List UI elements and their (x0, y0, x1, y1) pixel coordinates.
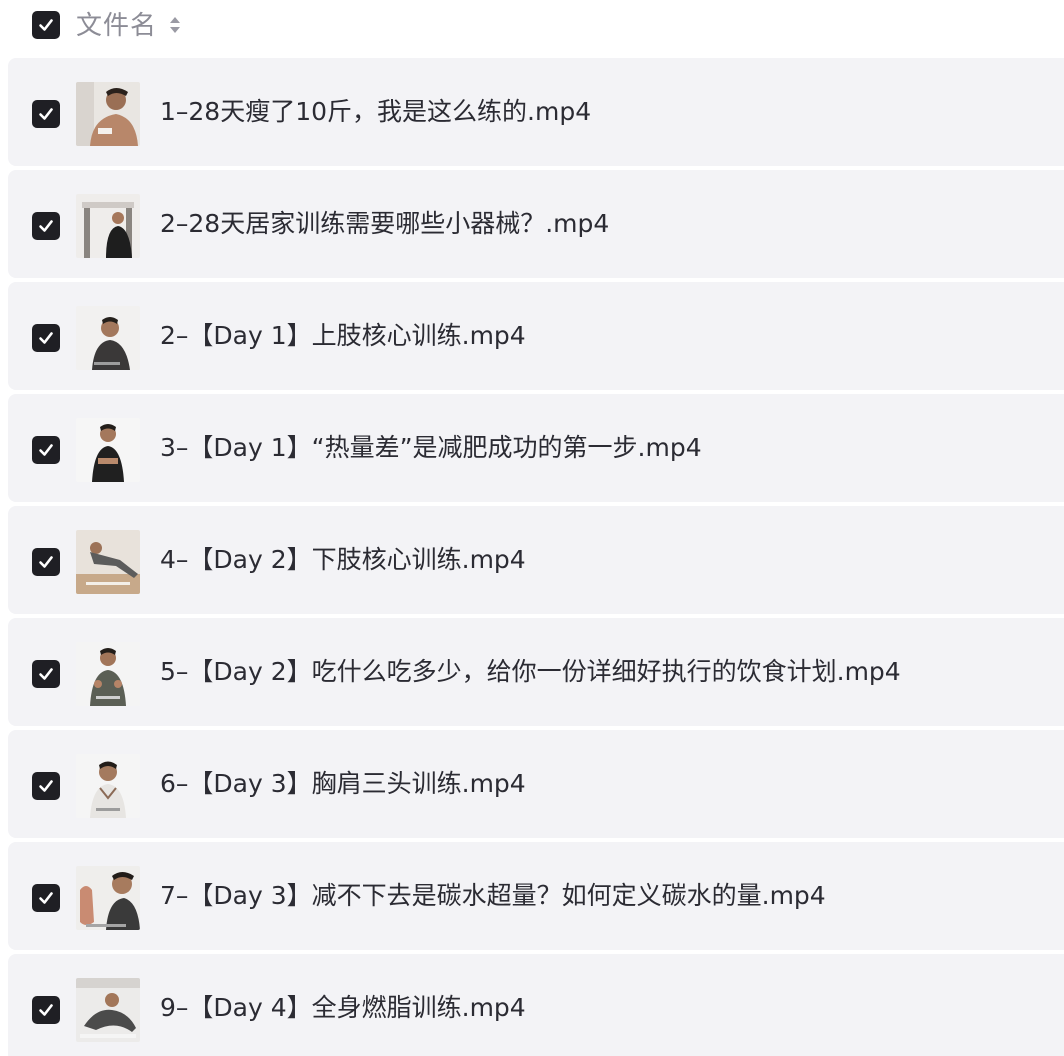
row-checkbox[interactable] (32, 996, 60, 1024)
check-icon (39, 332, 53, 344)
check-icon (39, 444, 53, 456)
select-all-checkbox[interactable] (32, 11, 60, 39)
file-name[interactable]: 4–【Day 2】下肢核心训练.mp4 (160, 542, 526, 578)
row-checkbox[interactable] (32, 212, 60, 240)
row-checkbox[interactable] (32, 660, 60, 688)
check-icon (39, 19, 53, 31)
video-thumbnail[interactable] (76, 194, 140, 258)
file-list: 1–28天瘦了10斤，我是这么练的.mp4 2–28天居家训练需要哪些小器械？.… (8, 58, 1064, 1056)
column-header-filename[interactable]: 文件名 (76, 8, 157, 44)
row-checkbox[interactable] (32, 100, 60, 128)
video-thumbnail[interactable] (76, 306, 140, 370)
file-row[interactable]: 5–【Day 2】吃什么吃多少，给你一份详细好执行的饮食计划.mp4 (8, 618, 1064, 726)
file-row[interactable]: 2–【Day 1】上肢核心训练.mp4 (8, 282, 1064, 390)
sort-icon[interactable] (168, 13, 182, 37)
video-thumbnail[interactable] (76, 866, 140, 930)
row-checkbox[interactable] (32, 884, 60, 912)
file-row[interactable]: 6–【Day 3】胸肩三头训练.mp4 (8, 730, 1064, 838)
file-name[interactable]: 6–【Day 3】胸肩三头训练.mp4 (160, 766, 526, 802)
file-list-page: 文件名 1–28天瘦了10斤，我是这么练的.mp4 2–28天居家训练需要哪些小… (0, 0, 1064, 1056)
check-icon (39, 556, 53, 568)
check-icon (39, 892, 53, 904)
video-thumbnail[interactable] (76, 530, 140, 594)
file-row[interactable]: 4–【Day 2】下肢核心训练.mp4 (8, 506, 1064, 614)
row-checkbox[interactable] (32, 436, 60, 464)
file-row[interactable]: 7–【Day 3】减不下去是碳水超量？如何定义碳水的量.mp4 (8, 842, 1064, 950)
video-thumbnail[interactable] (76, 418, 140, 482)
file-name[interactable]: 2–【Day 1】上肢核心训练.mp4 (160, 318, 526, 354)
check-icon (39, 108, 53, 120)
file-row[interactable]: 2–28天居家训练需要哪些小器械？.mp4 (8, 170, 1064, 278)
file-list-header: 文件名 (0, 0, 1064, 56)
file-name[interactable]: 2–28天居家训练需要哪些小器械？.mp4 (160, 206, 609, 242)
file-name[interactable]: 7–【Day 3】减不下去是碳水超量？如何定义碳水的量.mp4 (160, 878, 826, 914)
check-icon (39, 220, 53, 232)
row-checkbox[interactable] (32, 548, 60, 576)
file-name[interactable]: 3–【Day 1】“热量差”是减肥成功的第一步.mp4 (160, 430, 702, 466)
row-checkbox[interactable] (32, 772, 60, 800)
video-thumbnail[interactable] (76, 978, 140, 1042)
file-row[interactable]: 1–28天瘦了10斤，我是这么练的.mp4 (8, 58, 1064, 166)
row-checkbox[interactable] (32, 324, 60, 352)
check-icon (39, 1004, 53, 1016)
file-name[interactable]: 1–28天瘦了10斤，我是这么练的.mp4 (160, 94, 591, 130)
file-row[interactable]: 3–【Day 1】“热量差”是减肥成功的第一步.mp4 (8, 394, 1064, 502)
video-thumbnail[interactable] (76, 642, 140, 706)
file-row[interactable]: 9–【Day 4】全身燃脂训练.mp4 (8, 954, 1064, 1056)
check-icon (39, 668, 53, 680)
video-thumbnail[interactable] (76, 754, 140, 818)
check-icon (39, 780, 53, 792)
file-name[interactable]: 5–【Day 2】吃什么吃多少，给你一份详细好执行的饮食计划.mp4 (160, 654, 901, 690)
video-thumbnail[interactable] (76, 82, 140, 146)
file-name[interactable]: 9–【Day 4】全身燃脂训练.mp4 (160, 990, 526, 1026)
